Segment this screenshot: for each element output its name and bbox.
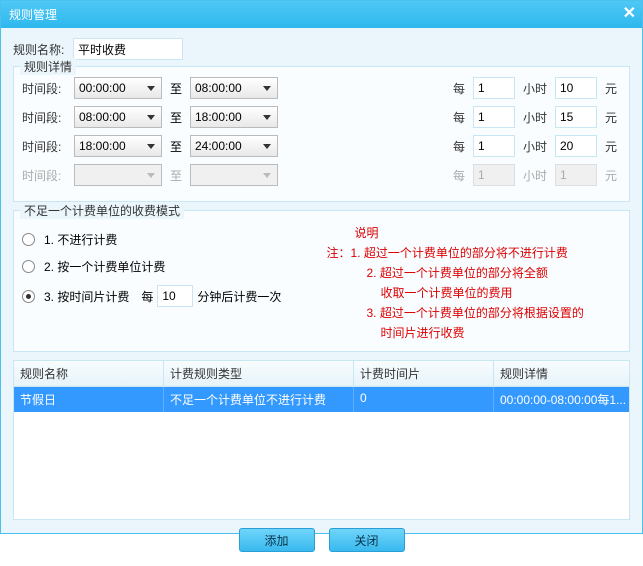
inline-every-label: 每 [141, 288, 153, 305]
to-time-combo-1[interactable]: 08:00:00 [190, 77, 278, 99]
rule-detail-legend: 规则详情 [20, 58, 76, 75]
every-label: 每 [453, 80, 465, 97]
mode-option-1[interactable]: 1. 不进行计费 [22, 231, 317, 248]
to-time-combo-4 [190, 164, 278, 186]
note-line-3b: 时间片进行收费 [381, 326, 465, 340]
to-label: 至 [166, 167, 186, 184]
note-line-1: 1. 超过一个计费单位的部分将不进行计费 [351, 246, 568, 260]
to-time-combo-2[interactable]: 18:00:00 [190, 106, 278, 128]
radio-icon [22, 290, 35, 303]
timeslot-label: 时间段: [22, 80, 70, 97]
th-timeslice[interactable]: 计费时间片 [354, 361, 494, 386]
price-input-2[interactable] [555, 106, 597, 128]
timeslot-label: 时间段: [22, 167, 70, 184]
qty-input-1[interactable] [473, 77, 515, 99]
table-header: 规则名称 计费规则类型 计费时间片 规则详情 [14, 361, 629, 387]
footer: 添加 关闭 [13, 520, 630, 560]
from-time-combo-4 [74, 164, 162, 186]
radio-icon [22, 233, 35, 246]
to-label: 至 [166, 109, 186, 126]
to-label: 至 [166, 138, 186, 155]
td-timeslice: 0 [354, 387, 494, 412]
inline-suffix-label: 分钟后计费一次 [197, 288, 281, 305]
charge-mode-fieldset: 不足一个计费单位的收费模式 1. 不进行计费 2. 按一个计费单位计费 3. 按… [13, 210, 630, 352]
timeslot-row-3: 时间段: 18:00:00 至 24:00:00 每 小时 元 [22, 135, 621, 157]
radio-icon [22, 260, 35, 273]
price-input-1[interactable] [555, 77, 597, 99]
th-rule-name[interactable]: 规则名称 [14, 361, 164, 386]
rule-management-dialog: 规则管理 ✕ 规则名称: 规则详情 时间段: 00:00:00 至 08:00:… [0, 0, 643, 534]
mode-option-2[interactable]: 2. 按一个计费单位计费 [22, 258, 317, 275]
note-line-2: 2. 超过一个计费单位的部分将全额 [367, 266, 548, 280]
rule-name-input[interactable] [73, 38, 183, 60]
to-label: 至 [166, 80, 186, 97]
close-button[interactable]: 关闭 [329, 528, 405, 552]
note-line-2b: 收取一个计费单位的费用 [381, 286, 513, 300]
rule-detail-fieldset: 规则详情 时间段: 00:00:00 至 08:00:00 每 小时 元 时间段… [13, 66, 630, 202]
td-rule-type: 不足一个计费单位不进行计费 [164, 387, 354, 412]
mode-option-label: 3. 按时间片计费 [44, 288, 129, 305]
notes-prefix: 注： [327, 246, 351, 260]
window-title: 规则管理 [9, 6, 57, 23]
price-input-3[interactable] [555, 135, 597, 157]
to-time-combo-3[interactable]: 24:00:00 [190, 135, 278, 157]
td-rule-name: 节假日 [14, 387, 164, 412]
mode-option-3[interactable]: 3. 按时间片计费 每 分钟后计费一次 [22, 285, 317, 307]
charge-mode-legend: 不足一个计费单位的收费模式 [20, 202, 184, 219]
notes-heading: 说明 [327, 223, 622, 243]
titlebar[interactable]: 规则管理 ✕ [1, 1, 642, 28]
notes-panel: 说明 注：1. 超过一个计费单位的部分将不进行计费 2. 超过一个计费单位的部分… [327, 221, 622, 343]
td-detail: 00:00:00-08:00:00每1... [494, 387, 629, 412]
from-time-combo-1[interactable]: 00:00:00 [74, 77, 162, 99]
mode-option-label: 2. 按一个计费单位计费 [44, 258, 165, 275]
th-detail[interactable]: 规则详情 [494, 361, 629, 386]
yuan-label: 元 [605, 80, 617, 97]
rule-name-label: 规则名称: [13, 41, 73, 58]
rules-table: 规则名称 计费规则类型 计费时间片 规则详情 节假日 不足一个计费单位不进行计费… [13, 360, 630, 520]
qty-input-3[interactable] [473, 135, 515, 157]
table-row[interactable]: 节假日 不足一个计费单位不进行计费 0 00:00:00-08:00:00每1.… [14, 387, 629, 412]
qty-input-2[interactable] [473, 106, 515, 128]
th-rule-type[interactable]: 计费规则类型 [164, 361, 354, 386]
timeslot-row-2: 时间段: 08:00:00 至 18:00:00 每 小时 元 [22, 106, 621, 128]
timeslice-input[interactable] [157, 285, 193, 307]
timeslot-row-4: 时间段: 至 每 小时 元 [22, 164, 621, 186]
close-icon[interactable]: ✕ [623, 3, 636, 23]
qty-input-4 [473, 164, 515, 186]
note-line-3: 3. 超过一个计费单位的部分将根据设置的 [367, 306, 584, 320]
from-time-combo-2[interactable]: 08:00:00 [74, 106, 162, 128]
hour-label: 小时 [523, 80, 547, 97]
timeslot-label: 时间段: [22, 109, 70, 126]
from-time-combo-3[interactable]: 18:00:00 [74, 135, 162, 157]
add-button[interactable]: 添加 [239, 528, 315, 552]
price-input-4 [555, 164, 597, 186]
timeslot-label: 时间段: [22, 138, 70, 155]
mode-option-label: 1. 不进行计费 [44, 231, 117, 248]
timeslot-row-1: 时间段: 00:00:00 至 08:00:00 每 小时 元 [22, 77, 621, 99]
